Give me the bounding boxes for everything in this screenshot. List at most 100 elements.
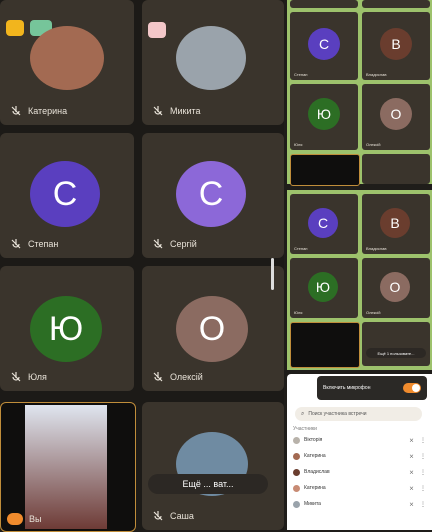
participant-avatar: С bbox=[176, 161, 246, 227]
participant-tile[interactable]: О Олексій bbox=[142, 266, 284, 391]
participant-row[interactable]: Микита ⨯ ⋮ bbox=[293, 498, 426, 510]
participant-row[interactable]: Катерина ⨯ ⋮ bbox=[293, 450, 426, 462]
mic-off-icon: ⨯ bbox=[408, 485, 414, 492]
mic-off-icon bbox=[11, 372, 21, 382]
participant-name: Владислав bbox=[366, 246, 387, 251]
more-icon[interactable]: ⋮ bbox=[420, 485, 426, 492]
pip-window-top: С Степан В Владислав Ю Юля О Олексій bbox=[287, 0, 432, 186]
pip-window-middle: С Степан В Владислав Ю Юля О Олексій Ещё… bbox=[287, 190, 432, 370]
participant-name: Микита bbox=[152, 105, 201, 117]
more-icon[interactable]: ⋮ bbox=[420, 501, 426, 508]
participant-name: Вы bbox=[7, 513, 41, 525]
participant-name: Степан bbox=[10, 238, 58, 250]
participant-name: Юля bbox=[294, 142, 303, 147]
more-icon[interactable]: ⋮ bbox=[420, 437, 426, 444]
camera-off-badge bbox=[6, 20, 24, 36]
row-actions: ⨯ ⋮ bbox=[409, 485, 426, 492]
participant-row[interactable]: Владислав ⨯ ⋮ bbox=[293, 466, 426, 478]
participant-photo bbox=[176, 26, 246, 90]
more-icon[interactable]: ⋮ bbox=[420, 453, 426, 460]
avatar bbox=[293, 452, 300, 460]
participant-row[interactable]: Вікторія ⨯ ⋮ bbox=[293, 434, 426, 446]
participant-tile[interactable]: Микита bbox=[142, 0, 284, 125]
row-actions: ⨯ ⋮ bbox=[409, 453, 426, 460]
mini-tile[interactable]: О Олексій bbox=[362, 84, 430, 150]
participant-name: Олексій bbox=[152, 371, 203, 383]
mic-off-icon bbox=[11, 239, 21, 249]
mic-off-icon bbox=[11, 106, 21, 116]
avatar bbox=[293, 484, 300, 492]
audio-indicator-icon bbox=[7, 513, 23, 525]
participant-tile[interactable]: С Степан bbox=[0, 133, 134, 258]
participant-avatar: О bbox=[380, 98, 412, 130]
participant-name: Владислав bbox=[366, 72, 387, 77]
mic-toggle-row[interactable]: Включить микрофон bbox=[317, 376, 427, 400]
participant-avatar: Ю bbox=[30, 296, 102, 362]
mini-tile[interactable]: Ю Юля bbox=[290, 258, 358, 318]
self-video bbox=[25, 405, 107, 529]
mini-tile[interactable]: В Владислав bbox=[362, 194, 430, 254]
participant-avatar: С bbox=[308, 28, 340, 60]
panel-section-label: Участники bbox=[293, 426, 317, 432]
more-icon[interactable]: ⋮ bbox=[420, 469, 426, 476]
participant-name: Степан bbox=[294, 246, 308, 251]
mini-tile[interactable]: О Олексій bbox=[362, 258, 430, 318]
participant-name: Сергій bbox=[152, 238, 197, 250]
participant-avatar: О bbox=[380, 272, 410, 302]
participant-name: Юля bbox=[294, 310, 303, 315]
participant-avatar: С bbox=[308, 208, 338, 238]
row-actions: ⨯ ⋮ bbox=[409, 437, 426, 444]
scroll-handle[interactable] bbox=[271, 258, 274, 290]
row-actions: ⨯ ⋮ bbox=[409, 501, 426, 508]
mic-toggle[interactable] bbox=[403, 383, 421, 393]
toggle-knob bbox=[412, 384, 420, 392]
mic-off-icon: ⨯ bbox=[408, 469, 414, 476]
mic-off-icon bbox=[153, 372, 163, 382]
participant-tile[interactable]: С Сергій bbox=[142, 133, 284, 258]
participant-avatar: О bbox=[176, 296, 248, 362]
participant-row[interactable]: Катерина ⨯ ⋮ bbox=[293, 482, 426, 494]
participant-search-input[interactable]: ⌕ Поиск участника встречи bbox=[295, 407, 422, 421]
participants-panel: Включить микрофон ⌕ Поиск участника встр… bbox=[287, 374, 432, 530]
mic-off-icon bbox=[153, 511, 163, 521]
self-mini[interactable] bbox=[290, 154, 360, 186]
avatar bbox=[293, 468, 300, 476]
row-actions: ⨯ ⋮ bbox=[409, 469, 426, 476]
mini-tile[interactable]: Ещё 1 пользовате... bbox=[362, 322, 430, 366]
mic-off-icon: ⨯ bbox=[408, 437, 414, 444]
participant-photo bbox=[30, 26, 104, 90]
participant-name: Катерина bbox=[10, 105, 67, 117]
participant-avatar: С bbox=[30, 161, 100, 227]
mini-tile[interactable]: Ю Юля bbox=[290, 84, 358, 150]
mini-tile[interactable]: С Степан bbox=[290, 12, 358, 80]
more-participants-pill[interactable]: Ещё 1 пользовате... bbox=[366, 348, 426, 358]
mini-tile[interactable]: В Владислав bbox=[362, 12, 430, 80]
participant-name: Саша bbox=[152, 510, 194, 522]
participant-tile[interactable]: Катерина bbox=[0, 0, 134, 125]
avatar bbox=[293, 500, 300, 508]
mini-tile[interactable] bbox=[362, 0, 430, 8]
mini-tile[interactable] bbox=[362, 154, 430, 184]
participant-avatar: В bbox=[380, 28, 412, 60]
participant-avatar: В bbox=[380, 208, 410, 238]
participant-name: Юля bbox=[10, 371, 47, 383]
mic-off-icon bbox=[153, 106, 163, 116]
mic-off-icon: ⨯ bbox=[408, 501, 414, 508]
participant-avatar: Ю bbox=[308, 98, 340, 130]
participant-tile[interactable]: Ю Юля bbox=[0, 266, 134, 391]
self-video-tile[interactable]: Вы bbox=[0, 402, 136, 532]
main-grid: Катерина Микита С Степан С Сергій Ю Юля bbox=[0, 0, 284, 532]
search-icon: ⌕ bbox=[301, 410, 305, 417]
mini-tile[interactable]: С Степан bbox=[290, 194, 358, 254]
mic-off-icon: ⨯ bbox=[408, 453, 414, 460]
mini-tile[interactable] bbox=[290, 0, 358, 8]
heart-icon bbox=[148, 22, 166, 38]
participant-name: Олексій bbox=[366, 142, 381, 147]
participant-name: Олексій bbox=[366, 310, 381, 315]
self-mini[interactable] bbox=[290, 322, 360, 368]
overflow-pill[interactable]: Ещё ... ват... bbox=[148, 474, 268, 494]
participant-tile[interactable]: Ещё ... ват... Саша bbox=[142, 402, 284, 530]
participant-name: Степан bbox=[294, 72, 308, 77]
mic-off-icon bbox=[153, 239, 163, 249]
avatar bbox=[293, 436, 300, 444]
